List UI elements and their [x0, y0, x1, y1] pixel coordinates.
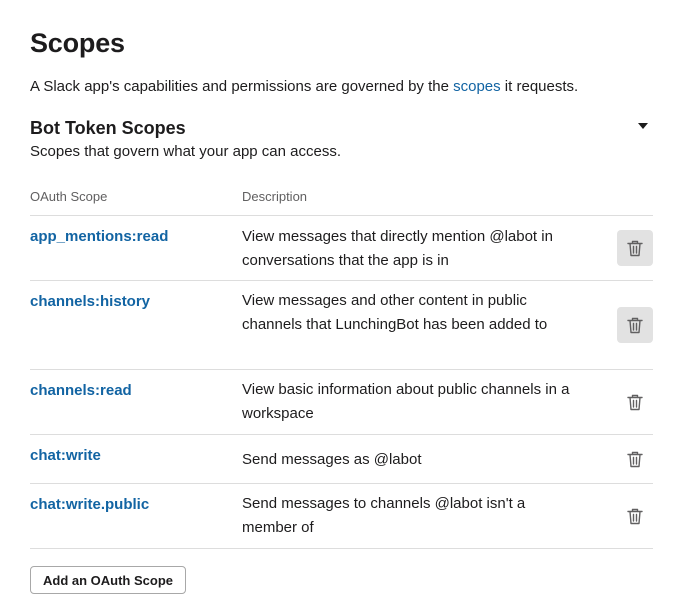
- table-row: chat:write Send messages as @labot: [30, 435, 653, 484]
- trash-icon: [627, 317, 643, 333]
- scope-name[interactable]: app_mentions:read: [30, 228, 168, 245]
- scope-name[interactable]: chat:write.public: [30, 496, 149, 513]
- page-title: Scopes: [30, 28, 125, 58]
- delete-scope-button[interactable]: [617, 384, 653, 420]
- scope-description: Send messages as @labot: [242, 451, 422, 468]
- trash-icon: [627, 240, 643, 256]
- intro-text: A Slack app's capabilities and permissio…: [30, 78, 578, 95]
- section-title: Bot Token Scopes: [30, 118, 186, 138]
- column-header-description: Description: [242, 189, 308, 204]
- table-row: channels:read View basic information abo…: [30, 370, 653, 435]
- scope-name[interactable]: chat:write: [30, 447, 101, 464]
- section-subtitle: Scopes that govern what your app can acc…: [30, 143, 342, 160]
- delete-scope-button[interactable]: [617, 307, 653, 343]
- scopes-link[interactable]: scopes: [453, 78, 501, 95]
- delete-scope-button[interactable]: [617, 441, 653, 477]
- table-header: OAuth Scope Description: [30, 189, 653, 216]
- add-oauth-scope-button[interactable]: Add an OAuth Scope: [30, 566, 186, 594]
- trash-icon: [627, 508, 643, 524]
- delete-scope-button[interactable]: [617, 230, 653, 266]
- scope-name[interactable]: channels:history: [30, 293, 150, 310]
- delete-scope-button[interactable]: [617, 498, 653, 534]
- scope-description: View messages and other content in publi…: [242, 292, 548, 333]
- scope-name[interactable]: channels:read: [30, 382, 132, 399]
- column-header-scope: OAuth Scope: [30, 189, 108, 204]
- caret-down-icon[interactable]: [637, 120, 649, 132]
- intro-text-before: A Slack app's capabilities and permissio…: [30, 78, 454, 95]
- intro-text-after: it requests.: [500, 78, 579, 95]
- table-row: chat:write.public Send messages to chann…: [30, 484, 653, 549]
- scope-description: View messages that directly mention @lab…: [242, 228, 553, 269]
- trash-icon: [627, 451, 643, 467]
- table-row: app_mentions:read View messages that dir…: [30, 216, 653, 281]
- scope-description: View basic information about public chan…: [242, 381, 570, 422]
- table-row: channels:history View messages and other…: [30, 281, 653, 370]
- scope-description: Send messages to channels @labot isn't a…: [242, 495, 526, 536]
- trash-icon: [627, 394, 643, 410]
